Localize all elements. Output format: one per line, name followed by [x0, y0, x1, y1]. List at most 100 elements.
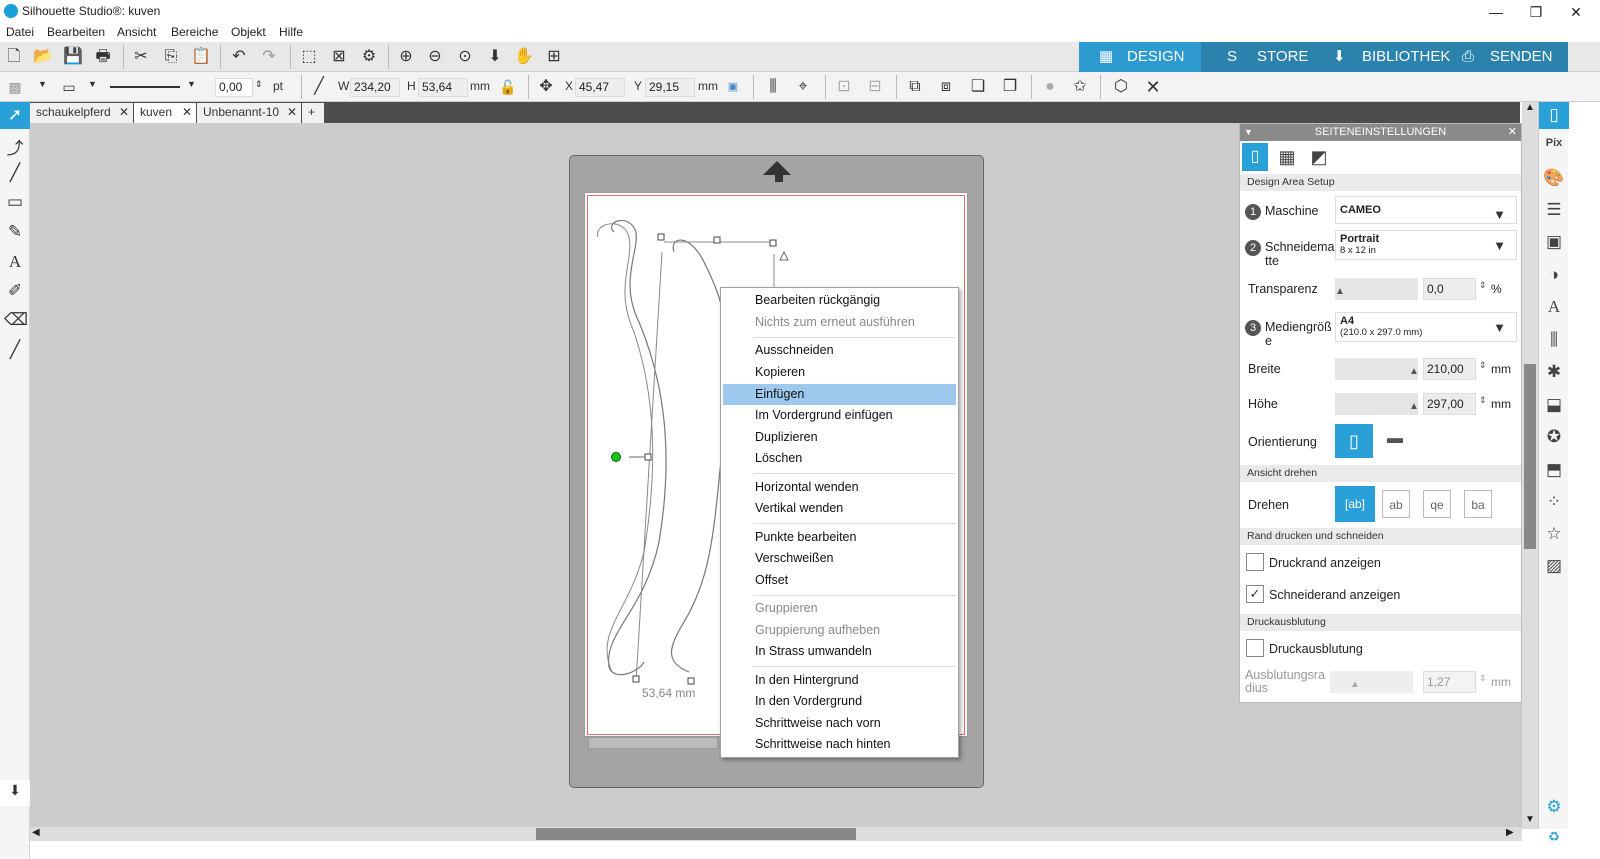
- mediengroesse-select[interactable]: A4 (210.0 x 297.0 mm) ▼: [1335, 312, 1517, 342]
- knife-icon[interactable]: ╱: [4, 340, 26, 362]
- y-input[interactable]: 29,15: [645, 78, 695, 97]
- minimize-icon[interactable]: —: [1481, 2, 1511, 22]
- tab-design[interactable]: ▦ DESIGN: [1079, 42, 1201, 72]
- menu-item-paste-front[interactable]: Im Vordergrund einfügen: [723, 405, 956, 426]
- open-folder-icon[interactable]: 📂: [32, 47, 54, 67]
- schneidematte-select[interactable]: Portrait 8 x 12 in ▼: [1335, 230, 1517, 260]
- vertical-scrollbar[interactable]: ▲ ▼: [1522, 102, 1538, 829]
- scroll-down-icon[interactable]: ▼: [1525, 814, 1535, 825]
- tab-store[interactable]: S STORE: [1201, 42, 1321, 72]
- breite-input[interactable]: 210,00: [1423, 358, 1476, 380]
- lock-icon[interactable]: 🔓: [497, 77, 519, 97]
- druckrand-checkbox[interactable]: [1246, 553, 1264, 571]
- collapse-icon[interactable]: ▼: [1244, 124, 1253, 141]
- menu-item-flip-vertical[interactable]: Vertikal wenden: [723, 498, 956, 519]
- contrast-icon[interactable]: ◑: [1543, 265, 1565, 287]
- horizontal-scroll-thumb[interactable]: [536, 828, 856, 840]
- line-dropdown-icon[interactable]: ▼: [187, 79, 196, 89]
- pencil-icon[interactable]: ✎: [4, 222, 26, 244]
- menu-hilfe[interactable]: Hilfe: [279, 25, 303, 39]
- page-tab-icon[interactable]: ▯: [1242, 143, 1268, 171]
- scroll-right-icon[interactable]: ▶: [1506, 827, 1514, 838]
- backward-icon[interactable]: ❐: [999, 77, 1021, 97]
- anchor-icon[interactable]: ▣: [722, 77, 744, 97]
- move-down-icon[interactable]: ⬇: [484, 47, 506, 67]
- sketch-icon[interactable]: ✐: [4, 281, 26, 303]
- align-panel-icon[interactable]: ⫼: [1543, 330, 1565, 352]
- add-tab-button[interactable]: +: [302, 103, 324, 123]
- pixscan-icon[interactable]: Pix: [1543, 137, 1565, 159]
- breite-stepper[interactable]: ⇕: [1479, 360, 1487, 371]
- menu-item-weld[interactable]: Verschweißen: [723, 548, 956, 569]
- send-back-icon[interactable]: ⧈: [935, 77, 957, 97]
- line-width-input[interactable]: 0,00: [215, 78, 253, 97]
- menu-objekt[interactable]: Objekt: [231, 25, 266, 39]
- save-icon[interactable]: 💾: [62, 47, 84, 67]
- menu-item-cut[interactable]: Ausschneiden: [723, 340, 956, 361]
- fit-page-icon[interactable]: ⊞: [543, 47, 565, 67]
- close-tab-icon[interactable]: ✕: [182, 103, 192, 122]
- menu-item-edit-points[interactable]: Punkte bearbeiten: [723, 527, 956, 548]
- scroll-up-icon[interactable]: ▲: [1525, 102, 1535, 113]
- transparenz-input[interactable]: 0,0: [1423, 278, 1476, 300]
- transform-icon[interactable]: ⬓: [1543, 395, 1565, 417]
- text-style-icon[interactable]: A: [1543, 297, 1565, 319]
- hoehe-input[interactable]: 297,00: [1423, 393, 1476, 415]
- portrait-icon[interactable]: ▯: [1335, 424, 1373, 458]
- menu-item-paste[interactable]: Einfügen: [723, 384, 956, 405]
- transparenz-slider[interactable]: ▲: [1335, 278, 1418, 300]
- hoehe-stepper[interactable]: ⇕: [1479, 395, 1487, 406]
- menu-item-duplicate[interactable]: Duplizieren: [723, 427, 956, 448]
- line-draw-icon[interactable]: ╱: [4, 163, 26, 185]
- pan-hand-icon[interactable]: ✋: [513, 47, 535, 67]
- menu-item-group[interactable]: Gruppieren: [723, 598, 956, 619]
- ausblutung-stepper[interactable]: ⇕: [1479, 673, 1487, 684]
- tab-bibliothek[interactable]: ⬇ BIBLIOTHEK: [1321, 42, 1454, 72]
- line-style-panel-icon[interactable]: ☰: [1543, 200, 1565, 222]
- settings-gear-icon[interactable]: ⚙: [1543, 797, 1565, 819]
- landscape-icon[interactable]: ▬: [1381, 430, 1409, 452]
- schneiderand-checkbox[interactable]: ✓: [1246, 585, 1264, 603]
- point-edit-icon[interactable]: ⤴: [4, 134, 26, 158]
- line-style-dropdown-icon[interactable]: ▼: [88, 79, 97, 89]
- delete-x-icon[interactable]: ✕: [1142, 77, 1164, 97]
- rhinestone-icon[interactable]: ⁘: [1543, 492, 1565, 514]
- line-style-icon[interactable]: ▭: [58, 77, 80, 97]
- menu-item-offset[interactable]: Offset: [723, 570, 956, 591]
- weld-icon[interactable]: ●: [1039, 77, 1061, 97]
- paste-icon[interactable]: 📋: [190, 47, 212, 67]
- fill-pattern-icon[interactable]: ▩: [4, 77, 26, 97]
- vertical-scroll-thumb[interactable]: [1524, 364, 1536, 549]
- menu-bereiche[interactable]: Bereiche: [171, 25, 218, 39]
- print-icon[interactable]: 🖶: [92, 47, 114, 67]
- deselect-icon[interactable]: ⊠: [328, 47, 350, 67]
- horizontal-scrollbar[interactable]: ◀ ▶: [30, 827, 1522, 841]
- rotate-270-icon[interactable]: ba: [1464, 490, 1492, 518]
- zoom-in-icon[interactable]: ⊕: [395, 47, 417, 67]
- fill-dropdown-icon[interactable]: ▼: [38, 79, 47, 89]
- transparenz-stepper[interactable]: ⇕: [1479, 280, 1487, 291]
- x-input[interactable]: 45,47: [575, 78, 625, 97]
- center-icon[interactable]: ⌖: [792, 77, 814, 97]
- undo-icon[interactable]: ↶: [228, 47, 250, 67]
- palette-icon[interactable]: 🎨: [1543, 168, 1565, 190]
- close-icon[interactable]: ✕: [1561, 2, 1591, 22]
- hatch-icon[interactable]: ▨: [1543, 556, 1565, 578]
- select-all-icon[interactable]: ⬚: [298, 47, 320, 67]
- menu-item-ungroup[interactable]: Gruppierung aufheben: [723, 620, 956, 641]
- doc-tab-kuven[interactable]: kuven ✕: [134, 103, 196, 123]
- menu-item-bring-to-front[interactable]: In den Vordergrund: [723, 691, 956, 712]
- zoom-out-icon[interactable]: ⊖: [424, 47, 446, 67]
- fill-icon[interactable]: ▣: [1543, 232, 1565, 254]
- new-file-icon[interactable]: 🗋: [3, 47, 25, 67]
- cut-icon[interactable]: ✂: [130, 47, 152, 67]
- ausblutung-slider[interactable]: ▲: [1330, 671, 1413, 693]
- line-width-stepper[interactable]: ⇕: [255, 79, 263, 90]
- menu-item-copy[interactable]: Kopieren: [723, 362, 956, 383]
- text-icon[interactable]: A: [4, 252, 26, 274]
- menu-item-rhinestone[interactable]: In Strass umwandeln: [723, 641, 956, 662]
- move-icon[interactable]: ✥: [535, 77, 557, 97]
- sketch-star-icon[interactable]: ☆: [1543, 524, 1565, 546]
- rotate-90-icon[interactable]: ab: [1382, 490, 1410, 518]
- doc-tab-schaukelpferd[interactable]: schaukelpferd ✕: [30, 103, 133, 123]
